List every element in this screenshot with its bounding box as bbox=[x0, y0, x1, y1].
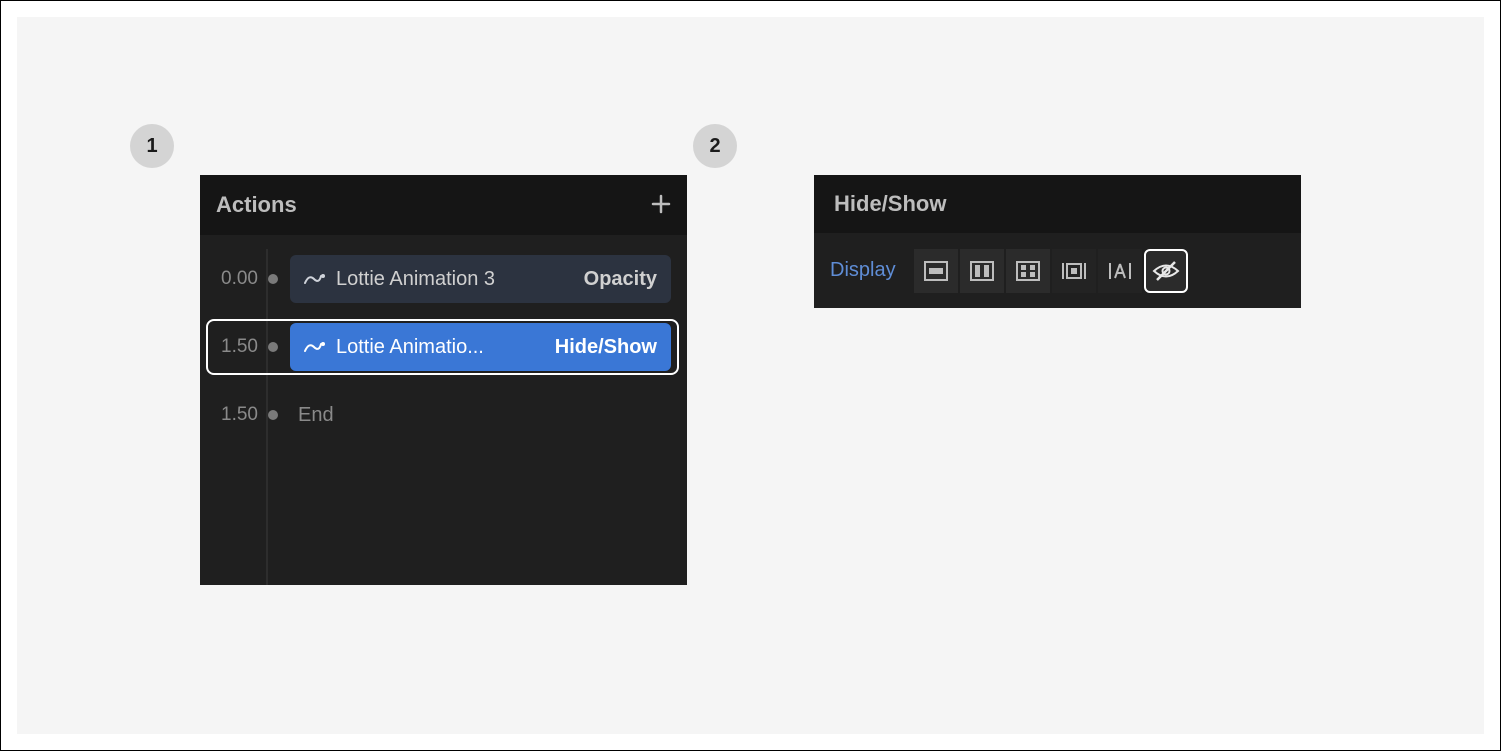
timeline-dot bbox=[268, 274, 278, 284]
hideshow-panel: Hide/Show Display bbox=[814, 175, 1301, 308]
actions-panel-header: Actions bbox=[200, 175, 687, 235]
action-type: Hide/Show bbox=[555, 336, 657, 359]
timeline-dot bbox=[268, 410, 278, 420]
actions-panel-title: Actions bbox=[216, 192, 297, 218]
lottie-icon bbox=[304, 272, 326, 286]
lottie-icon bbox=[304, 340, 326, 354]
timeline-time: 1.50 bbox=[212, 404, 258, 426]
timeline-dot bbox=[268, 342, 278, 352]
action-element-name: Lottie Animation 3 bbox=[336, 268, 574, 291]
timeline-row-selected[interactable]: 1.50 Lottie Animatio... Hide/Show bbox=[200, 317, 687, 377]
hideshow-panel-header: Hide/Show bbox=[814, 175, 1301, 233]
action-type: Opacity bbox=[584, 268, 657, 291]
timeline-row[interactable]: 0.00 Lottie Animation 3 Opacity bbox=[200, 249, 687, 309]
hideshow-panel-body: Display bbox=[814, 233, 1301, 308]
display-option-inline-block[interactable] bbox=[1052, 249, 1096, 293]
display-option-grid[interactable] bbox=[1006, 249, 1050, 293]
hidden-eye-icon bbox=[1152, 260, 1180, 282]
timeline-time: 0.00 bbox=[212, 268, 258, 290]
timeline-row-end[interactable]: 1.50 End bbox=[200, 385, 687, 445]
actions-timeline: 0.00 Lottie Animation 3 Opacity 1.50 bbox=[200, 235, 687, 585]
plus-icon bbox=[651, 194, 671, 214]
display-option-none[interactable] bbox=[1144, 249, 1188, 293]
display-label: Display bbox=[830, 259, 896, 282]
step-badge-2: 2 bbox=[693, 124, 737, 168]
flex-icon bbox=[970, 261, 994, 281]
step-number: 1 bbox=[146, 135, 157, 158]
grid-icon bbox=[1016, 261, 1040, 281]
display-option-flex[interactable] bbox=[960, 249, 1004, 293]
inline-icon bbox=[1107, 261, 1133, 281]
step-number: 2 bbox=[709, 135, 720, 158]
timeline-time: 1.50 bbox=[212, 336, 258, 358]
hideshow-panel-title: Hide/Show bbox=[834, 191, 946, 217]
display-option-inline[interactable] bbox=[1098, 249, 1142, 293]
timeline-end-label: End bbox=[290, 404, 334, 427]
display-mode-segmented bbox=[914, 249, 1188, 293]
action-chip-opacity[interactable]: Lottie Animation 3 Opacity bbox=[290, 255, 671, 303]
inline-block-icon bbox=[1061, 261, 1087, 281]
action-chip-hideshow[interactable]: Lottie Animatio... Hide/Show bbox=[290, 323, 671, 371]
actions-panel: Actions 0.00 Lottie Animation 3 Opacity bbox=[200, 175, 687, 585]
block-icon bbox=[924, 261, 948, 281]
action-element-name: Lottie Animatio... bbox=[336, 336, 545, 359]
step-badge-1: 1 bbox=[130, 124, 174, 168]
display-option-block[interactable] bbox=[914, 249, 958, 293]
add-action-button[interactable] bbox=[651, 188, 671, 222]
